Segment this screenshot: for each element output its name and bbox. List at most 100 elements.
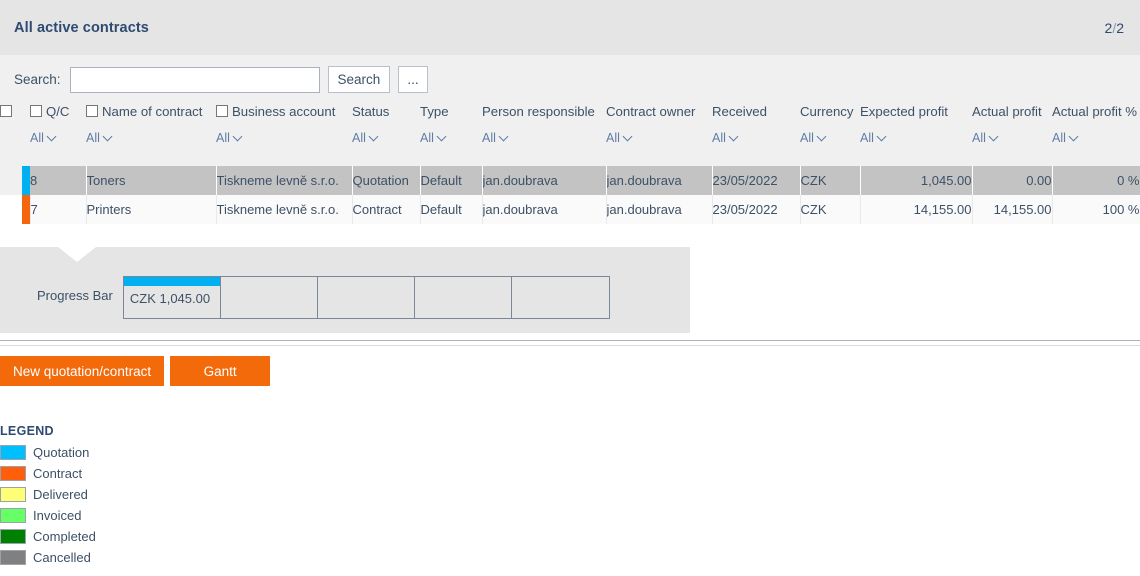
progress-cell-fill	[221, 277, 317, 286]
th-select-all[interactable]	[0, 104, 30, 166]
th-actual-profit[interactable]: Actual profit All	[972, 104, 1052, 166]
th-business-account[interactable]: Business account All	[216, 104, 352, 166]
search-button[interactable]: Search	[327, 66, 391, 93]
action-buttons: New quotation/contract Gantt	[0, 356, 276, 386]
filter-name-of-contract[interactable]: All	[86, 131, 113, 145]
callout-arrow-icon	[58, 247, 96, 262]
th-expected-profit-label: Expected profit	[860, 104, 948, 119]
progress-cell[interactable]: CZK 1,045.00	[123, 277, 221, 318]
table-row[interactable]: 8 Toners Tiskneme levně s.r.o. Quotation…	[0, 166, 1140, 195]
th-qc-label: Q/C	[46, 104, 70, 119]
cell-business-account: Tiskneme levně s.r.o.	[216, 166, 353, 195]
filter-received[interactable]: All	[712, 131, 739, 145]
chevron-down-icon	[990, 133, 999, 142]
th-type-label: Type	[420, 104, 449, 119]
progress-panel-inner: Progress Bar CZK 1,045.00	[37, 276, 610, 319]
chevron-down-icon	[818, 133, 827, 142]
filter-person-responsible[interactable]: All	[482, 131, 509, 145]
cell-name: Toners	[86, 166, 217, 195]
cell-person-responsible: jan.doubrava	[482, 195, 607, 224]
th-currency-label: Currency	[800, 104, 854, 119]
filter-business-account[interactable]: All	[216, 131, 243, 145]
th-actual-profit-pct-label: Actual profit %	[1052, 104, 1138, 119]
chevron-down-icon	[624, 133, 633, 142]
filter-qc[interactable]: All	[30, 131, 57, 145]
filter-actual-profit[interactable]: All	[972, 131, 999, 145]
th-person-responsible[interactable]: Person responsible All	[482, 104, 606, 166]
th-name-of-contract[interactable]: Name of contract All	[86, 104, 216, 166]
cell-qc: 8	[30, 166, 87, 195]
filter-actual-pct-label: All	[1052, 131, 1066, 145]
filter-type[interactable]: All	[420, 131, 447, 145]
gantt-button[interactable]: Gantt	[170, 356, 271, 386]
th-currency[interactable]: Currency All	[800, 104, 860, 166]
cell-status: Contract	[352, 195, 421, 224]
name-of-contract-checkbox[interactable]	[86, 105, 98, 117]
filter-expected-profit[interactable]: All	[860, 131, 887, 145]
progress-cell-fill	[123, 277, 220, 286]
search-more-button[interactable]: ...	[398, 66, 428, 93]
cell-status: Quotation	[352, 166, 421, 195]
progress-cell[interactable]	[415, 277, 512, 318]
cell-contract-owner: jan.doubrava	[606, 195, 713, 224]
filter-currency[interactable]: All	[800, 131, 827, 145]
filter-status[interactable]: All	[352, 131, 379, 145]
cell-type: Default	[420, 166, 483, 195]
cell-expected-profit: 14,155.00	[860, 195, 973, 224]
page-counter: 2/2	[1105, 20, 1124, 36]
cell-person-responsible: jan.doubrava	[482, 166, 607, 195]
cell-actual-profit: 0.00	[972, 166, 1053, 195]
new-quotation-contract-button[interactable]: New quotation/contract	[0, 356, 165, 386]
filter-expected-label: All	[860, 131, 874, 145]
th-status[interactable]: Status All	[352, 104, 420, 166]
th-contract-owner[interactable]: Contract owner All	[606, 104, 712, 166]
progress-cell[interactable]	[318, 277, 415, 318]
chevron-down-icon	[730, 133, 739, 142]
progress-cell[interactable]	[512, 277, 609, 318]
legend-item: Completed	[0, 526, 96, 547]
th-actual-profit-pct[interactable]: Actual profit % All	[1052, 104, 1140, 166]
th-business-label: Business account	[232, 104, 336, 119]
table-row[interactable]: 7 Printers Tiskneme levně s.r.o. Contrac…	[0, 195, 1140, 224]
row-gutter	[0, 166, 30, 195]
th-type[interactable]: Type All	[420, 104, 482, 166]
cell-actual-profit: 14,155.00	[972, 195, 1053, 224]
section-divider	[0, 340, 1140, 341]
filter-actual-profit-pct[interactable]: All	[1052, 131, 1079, 145]
th-name-label-wrap: Name of contract	[86, 104, 216, 120]
legend-label: Contract	[33, 466, 83, 481]
chevron-down-icon	[234, 133, 243, 142]
th-expected-profit[interactable]: Expected profit All	[860, 104, 972, 166]
th-received-label: Received	[712, 104, 767, 119]
row-gutter	[0, 195, 31, 224]
row-status-marker	[22, 166, 30, 195]
filter-contract-owner[interactable]: All	[606, 131, 633, 145]
legend-item: Invoiced	[0, 505, 96, 526]
filter-person-label: All	[482, 131, 496, 145]
row-status-marker	[21, 195, 29, 224]
progress-cell-fill	[318, 277, 414, 286]
filter-status-label: All	[352, 131, 366, 145]
legend-item: Quotation	[0, 442, 96, 463]
th-received[interactable]: Received All	[712, 104, 800, 166]
search-input[interactable]	[69, 66, 320, 93]
filter-received-label: All	[712, 131, 726, 145]
chevron-down-icon	[438, 133, 447, 142]
chevron-down-icon	[500, 133, 509, 142]
chevron-down-icon	[1070, 133, 1079, 142]
progress-bar-label: Progress Bar	[37, 288, 113, 303]
filter-owner-label: All	[606, 131, 620, 145]
th-status-label: Status	[352, 104, 390, 119]
select-all-checkbox[interactable]	[0, 105, 12, 117]
legend-label: Quotation	[33, 445, 90, 460]
filter-qc-label: All	[30, 131, 44, 145]
legend-label: Delivered	[33, 487, 88, 502]
business-account-checkbox[interactable]	[216, 105, 228, 117]
progress-bar[interactable]: CZK 1,045.00	[122, 276, 610, 319]
th-business-label-wrap: Business account	[216, 104, 352, 120]
progress-cell[interactable]	[221, 277, 318, 318]
select-all-cell	[0, 104, 30, 120]
th-qc[interactable]: Q/C All	[30, 104, 86, 166]
qc-checkbox[interactable]	[30, 105, 42, 117]
legend-swatch-cancelled	[0, 550, 26, 565]
